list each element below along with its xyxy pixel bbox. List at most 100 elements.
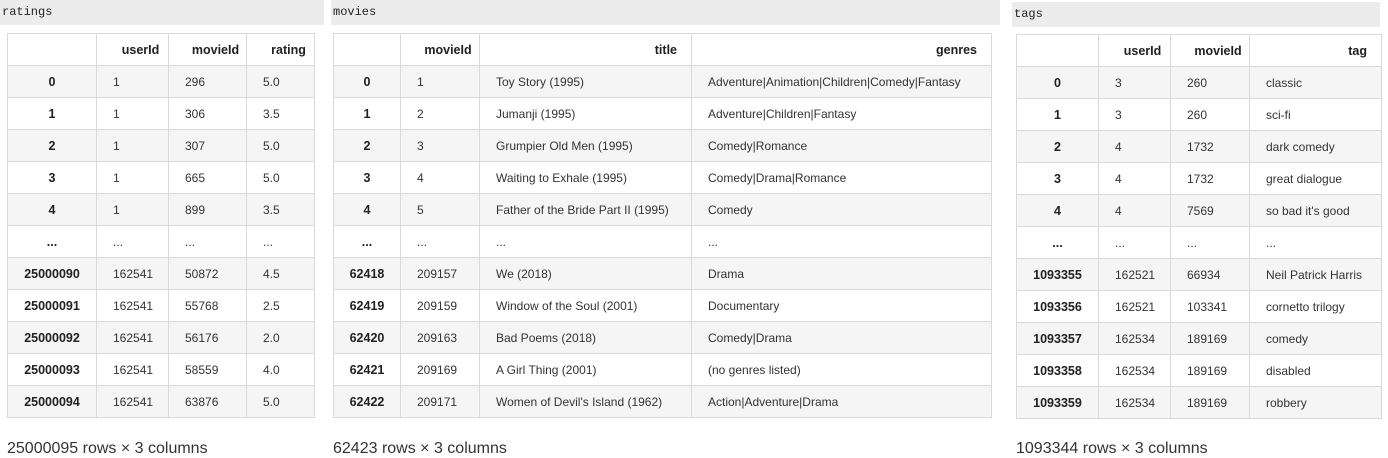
table-cell: Documentary xyxy=(691,289,992,322)
table-cell: Adventure|Children|Fantasy xyxy=(691,97,992,130)
table-cell: 162541 xyxy=(96,289,169,322)
row-index: 2 xyxy=(7,129,97,162)
table-row: 25000093 162541 58559 4.0 xyxy=(7,353,315,386)
table-row: 3 4 Waiting to Exhale (1995) Comedy|Drama|R… xyxy=(333,161,992,194)
table-cell: 3 xyxy=(400,129,480,162)
table-cell: 189169 xyxy=(1170,386,1250,419)
table-cell: Waiting to Exhale (1995) xyxy=(479,161,692,194)
row-index: 4 xyxy=(333,193,401,226)
table-cell: ... xyxy=(691,225,992,258)
table-cell: 162521 xyxy=(1098,258,1171,291)
row-index: 62422 xyxy=(333,385,401,418)
row-index: 1093358 xyxy=(1016,354,1099,387)
table-row: 1093355 162521 66934 Neil Patrick Harris xyxy=(1016,258,1382,291)
column-header-title: title xyxy=(479,33,692,66)
ratings-table: userId movieId rating 0 1 296 5.0 1 1 306 3.5 2 1 307… xyxy=(7,33,315,418)
table-cell: 5.0 xyxy=(246,129,315,162)
header-row: userId movieId rating xyxy=(7,33,315,66)
movies-panel: movies xyxy=(331,0,1000,25)
table-cell: so bad it's good xyxy=(1249,194,1382,227)
table-row: 25000092 162541 56176 2.0 xyxy=(7,321,315,354)
table-row: 1 2 Jumanji (1995) Adventure|Children|Fanta… xyxy=(333,97,992,130)
table-cell: 56176 xyxy=(168,321,247,354)
table-row: 4 4 7569 so bad it's good xyxy=(1016,194,1382,227)
row-index: 1 xyxy=(1016,98,1099,131)
row-index: 2 xyxy=(1016,130,1099,163)
table-cell: 5.0 xyxy=(246,385,315,418)
table-cell: 2.0 xyxy=(246,321,315,354)
ratings-caption: ratings xyxy=(0,0,324,25)
table-cell: 1 xyxy=(96,161,169,194)
table-row: 1093356 162521 103341 cornetto trilogy xyxy=(1016,290,1382,323)
row-index: 25000090 xyxy=(7,257,97,290)
table-cell: 7569 xyxy=(1170,194,1250,227)
table-cell: 58559 xyxy=(168,353,247,386)
index-header xyxy=(333,33,401,66)
table-cell: dark comedy xyxy=(1249,130,1382,163)
table-cell: 209159 xyxy=(400,289,480,322)
table-cell: ... xyxy=(1098,226,1171,259)
table-cell: 55768 xyxy=(168,289,247,322)
table-cell: 189169 xyxy=(1170,354,1250,387)
table-cell: ... xyxy=(1249,226,1382,259)
table-row: ............ xyxy=(333,225,992,258)
table-cell: 162541 xyxy=(96,257,169,290)
table-row: 62422 209171 Women of Devil's Island (1962… xyxy=(333,385,992,418)
table-cell: great dialogue xyxy=(1249,162,1382,195)
table-cell: comedy xyxy=(1249,322,1382,355)
table-cell: Comedy|Drama|Romance xyxy=(691,161,992,194)
table-cell: 162521 xyxy=(1098,290,1171,323)
column-header-userid: userId xyxy=(96,33,169,66)
table-cell: ... xyxy=(168,225,247,258)
table-cell: 899 xyxy=(168,193,247,226)
header-row: movieId title genres xyxy=(333,33,992,66)
table-cell: cornetto trilogy xyxy=(1249,290,1382,323)
table-cell: We (2018) xyxy=(479,257,692,290)
column-header-rating: rating xyxy=(246,33,315,66)
table-cell: 260 xyxy=(1170,66,1250,99)
table-cell: Comedy|Romance xyxy=(691,129,992,162)
table-row: 2 1 307 5.0 xyxy=(7,129,315,162)
table-cell: 5.0 xyxy=(246,161,315,194)
table-row: 3 4 1732 great dialogue xyxy=(1016,162,1382,195)
table-row: 25000091 162541 55768 2.5 xyxy=(7,289,315,322)
table-row: 1 1 306 3.5 xyxy=(7,97,315,130)
header-row: userId movieId tag xyxy=(1016,34,1382,67)
table-cell: A Girl Thing (2001) xyxy=(479,353,692,386)
table-cell: 162541 xyxy=(96,385,169,418)
tags-panel: tags xyxy=(1012,0,1380,27)
table-cell: Drama xyxy=(691,257,992,290)
table-row: 0 1 296 5.0 xyxy=(7,65,315,98)
movies-caption: movies xyxy=(331,0,1000,25)
row-index: 25000093 xyxy=(7,353,97,386)
table-cell: 189169 xyxy=(1170,322,1250,355)
table-cell: Women of Devil's Island (1962) xyxy=(479,385,692,418)
table-cell: 3.5 xyxy=(246,97,315,130)
row-index: 1093356 xyxy=(1016,290,1099,323)
table-row: 1093358 162534 189169 disabled xyxy=(1016,354,1382,387)
table-cell: 209169 xyxy=(400,353,480,386)
table-cell: Toy Story (1995) xyxy=(479,65,692,98)
ratings-shape-footer: 25000095 rows × 3 columns xyxy=(7,440,208,457)
table-cell: sci-fi xyxy=(1249,98,1382,131)
tags-caption: tags xyxy=(1012,2,1380,27)
table-cell: Window of the Soul (2001) xyxy=(479,289,692,322)
table-cell: (no genres listed) xyxy=(691,353,992,386)
table-cell: 50872 xyxy=(168,257,247,290)
table-row: ............ xyxy=(7,225,315,258)
table-cell: 209171 xyxy=(400,385,480,418)
table-cell: robbery xyxy=(1249,386,1382,419)
row-index: 0 xyxy=(1016,66,1099,99)
table-cell: 66934 xyxy=(1170,258,1250,291)
table-row: 2 4 1732 dark comedy xyxy=(1016,130,1382,163)
row-index: ... xyxy=(333,225,401,258)
table-cell: Comedy xyxy=(691,193,992,226)
table-cell: 4 xyxy=(1098,194,1171,227)
table-cell: 1 xyxy=(96,97,169,130)
table-cell: 3 xyxy=(1098,98,1171,131)
table-row: 1093359 162534 189169 robbery xyxy=(1016,386,1382,419)
row-index: 62421 xyxy=(333,353,401,386)
tags-table: userId movieId tag 0 3 260 classic 1 3 260 sci-fi 2… xyxy=(1016,34,1382,419)
row-index: 25000094 xyxy=(7,385,97,418)
table-row: 62421 209169 A Girl Thing (2001) (no genres… xyxy=(333,353,992,386)
